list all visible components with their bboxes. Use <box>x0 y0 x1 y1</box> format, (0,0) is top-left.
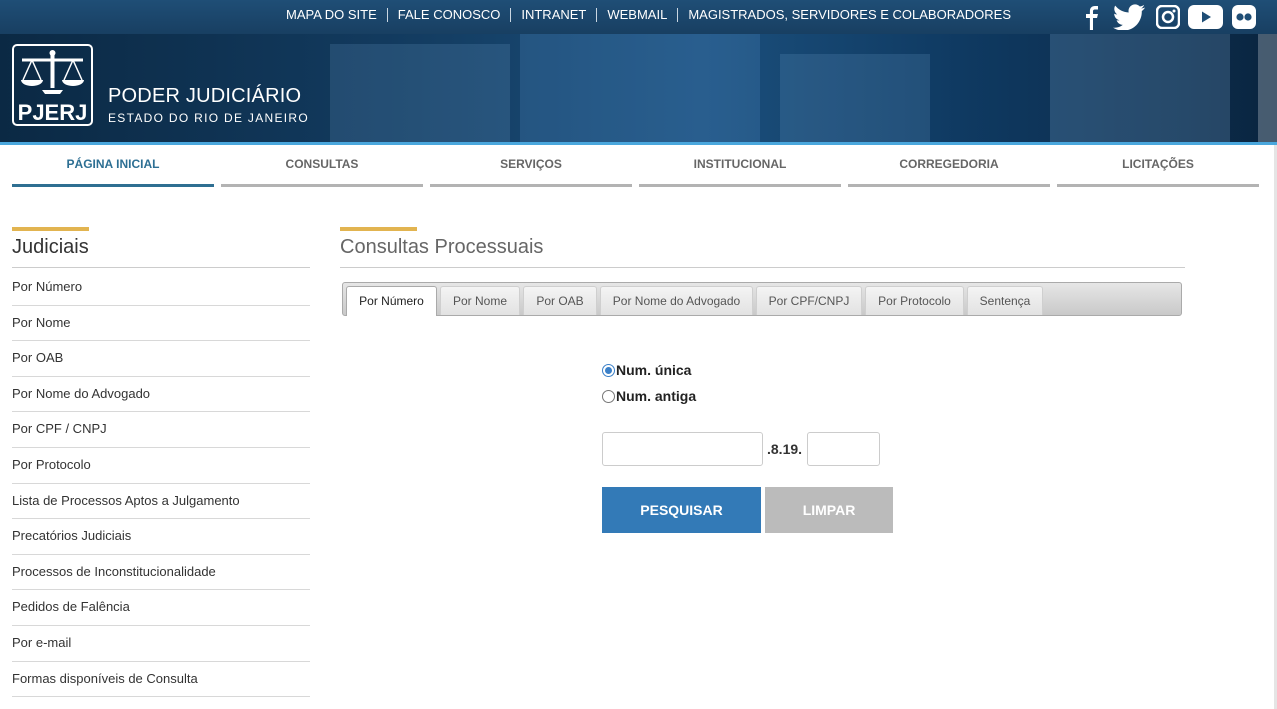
sidebar-title-divider <box>12 267 310 268</box>
sidebar-title: Judiciais <box>12 236 89 258</box>
top-link-intranet[interactable]: INTRANET <box>510 8 596 22</box>
top-bar: MAPA DO SITE FALE CONOSCO INTRANET WEBMA… <box>0 0 1277 34</box>
twitter-icon[interactable] <box>1112 4 1146 30</box>
radio-num-antiga[interactable]: Num. antiga <box>602 388 696 404</box>
main-nav: PÁGINA INICIAL CONSULTAS SERVIÇOS INSTIT… <box>12 145 1260 189</box>
sidebar-item-inconstitucionalidade[interactable]: Processos de Inconstitucionalidade <box>12 555 310 591</box>
youtube-icon[interactable] <box>1188 4 1223 30</box>
top-link-staff[interactable]: MAGISTRADOS, SERVIDORES E COLABORADORES <box>677 8 1021 22</box>
search-button[interactable]: PESQUISAR <box>602 487 761 533</box>
sidebar-item-precatorios[interactable]: Precatórios Judiciais <box>12 519 310 555</box>
sidebar-list: Por Número Por Nome Por OAB Por Nome do … <box>12 270 310 698</box>
sidebar-item-por-protocolo[interactable]: Por Protocolo <box>12 448 310 484</box>
radio-num-antiga-label: Num. antiga <box>616 388 697 404</box>
radio-num-unica-label: Num. única <box>616 362 692 378</box>
nav-servicos[interactable]: SERVIÇOS <box>430 145 632 187</box>
page-title: Consultas Processuais <box>340 236 544 258</box>
sidebar-item-por-nome-advogado[interactable]: Por Nome do Advogado <box>12 377 310 413</box>
sidebar-item-por-nome[interactable]: Por Nome <box>12 306 310 342</box>
sidebar-item-email[interactable]: Por e-mail <box>12 626 310 662</box>
radio-button-checked[interactable] <box>602 363 615 377</box>
sidebar-item-por-cpf-cnpj[interactable]: Por CPF / CNPJ <box>12 412 310 448</box>
clear-button[interactable]: LIMPAR <box>765 487 893 533</box>
sidebar-item-falencia[interactable]: Pedidos de Falência <box>12 590 310 626</box>
sidebar-item-aptos-julgamento[interactable]: Lista de Processos Aptos a Julgamento <box>12 484 310 520</box>
tab-por-protocolo[interactable]: Por Protocolo <box>865 286 964 315</box>
search-tabs: Por Número Por Nome Por OAB Por Nome do … <box>342 282 1182 316</box>
tab-por-nome[interactable]: Por Nome <box>440 286 520 315</box>
sidebar-item-por-numero[interactable]: Por Número <box>12 270 310 306</box>
nav-institucional[interactable]: INSTITUCIONAL <box>639 145 841 187</box>
tab-por-oab[interactable]: Por OAB <box>523 286 597 315</box>
sidebar-item-por-oab[interactable]: Por OAB <box>12 341 310 377</box>
banner-building-shape <box>780 54 930 142</box>
main-title-accent <box>340 227 417 231</box>
brand-subtitle: ESTADO DO RIO DE JANEIRO <box>108 111 309 125</box>
top-link-contact[interactable]: FALE CONOSCO <box>386 8 511 22</box>
main-title-divider <box>340 267 1185 268</box>
banner-building-shape <box>330 44 510 142</box>
flickr-icon[interactable] <box>1232 4 1256 30</box>
top-link-webmail[interactable]: WEBMAIL <box>596 8 677 22</box>
pjerj-logo[interactable]: PJERJ <box>12 44 93 126</box>
banner-building-shape <box>1258 34 1277 142</box>
top-link-site-map[interactable]: MAPA DO SITE <box>276 8 387 22</box>
brand-title: PODER JUDICIÁRIO <box>108 85 302 107</box>
sidebar-item-formas-consulta[interactable]: Formas disponíveis de Consulta <box>12 662 310 698</box>
facebook-icon[interactable] <box>1080 4 1102 30</box>
sidebar-title-accent <box>12 227 89 231</box>
tab-sentenca[interactable]: Sentença <box>967 286 1043 315</box>
nav-corregedoria[interactable]: CORREGEDORIA <box>848 145 1050 187</box>
process-number-separator: .8.19. <box>767 441 803 457</box>
radio-num-unica[interactable]: Num. única <box>602 362 691 378</box>
nav-licitacoes[interactable]: LICITAÇÕES <box>1057 145 1259 187</box>
tab-por-nome-advogado[interactable]: Por Nome do Advogado <box>600 286 753 315</box>
top-links: MAPA DO SITE FALE CONOSCO INTRANET WEBMA… <box>276 8 1021 22</box>
radio-button-unchecked[interactable] <box>602 389 615 403</box>
banner-building-shape <box>520 34 760 142</box>
tab-por-numero[interactable]: Por Número <box>346 286 437 316</box>
banner-building-shape <box>1050 34 1230 142</box>
process-number-second-input[interactable] <box>807 432 880 466</box>
instagram-icon[interactable] <box>1156 4 1180 30</box>
nav-home[interactable]: PÁGINA INICIAL <box>12 145 214 187</box>
header-banner: PJERJ PODER JUDICIÁRIO ESTADO DO RIO DE … <box>0 34 1277 142</box>
nav-consultas[interactable]: CONSULTAS <box>221 145 423 187</box>
process-number-first-input[interactable] <box>602 432 763 466</box>
tab-por-cpf-cnpj[interactable]: Por CPF/CNPJ <box>756 286 862 315</box>
logo-text: PJERJ <box>18 100 88 124</box>
